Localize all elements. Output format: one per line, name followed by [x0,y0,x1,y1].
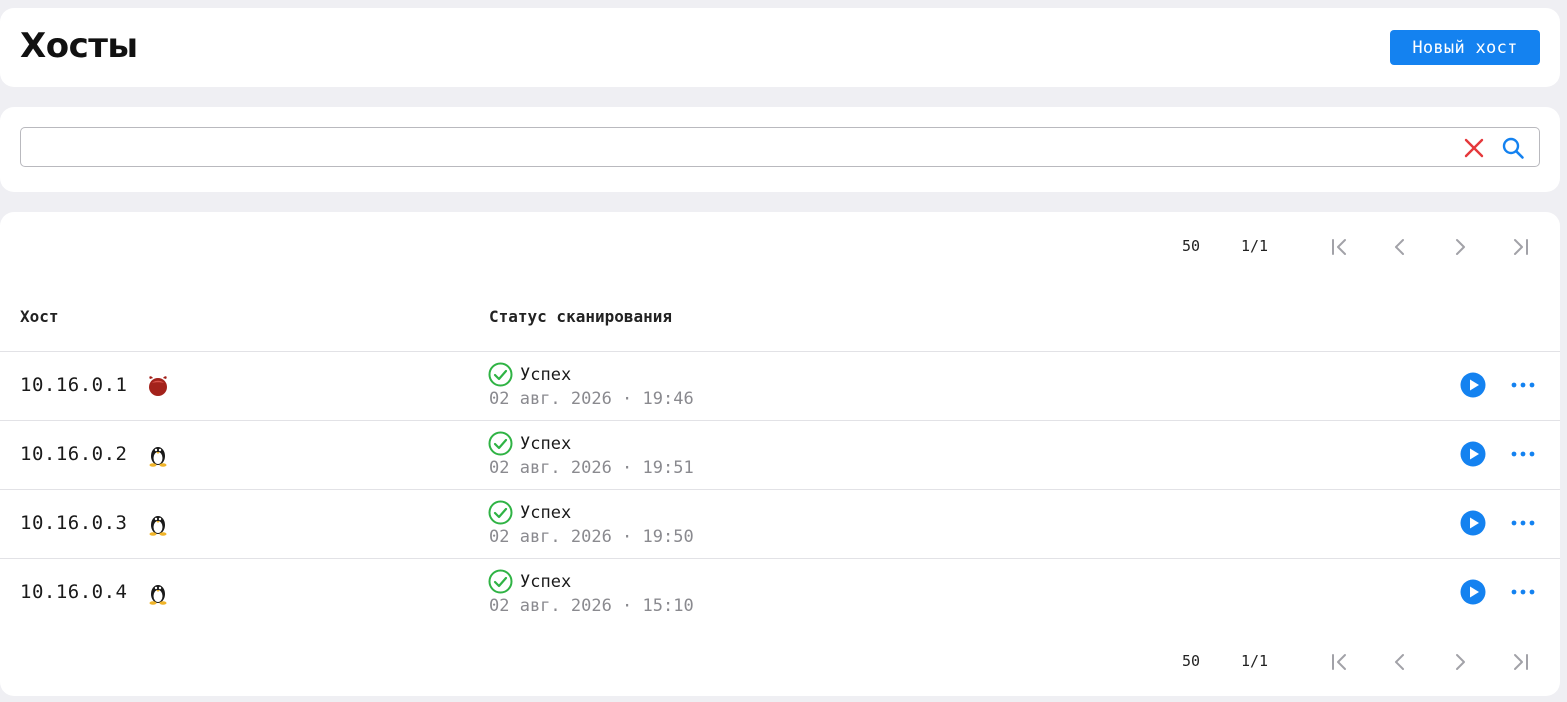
last-page-icon[interactable] [1508,650,1532,674]
first-page-icon[interactable] [1328,650,1352,674]
prev-page-icon[interactable] [1388,235,1412,259]
play-icon[interactable] [1460,579,1486,605]
play-icon[interactable] [1460,441,1486,467]
hosts-table-card: 50 1/1 Хост Статус сканирования 10.16.0.… [0,212,1560,696]
table-row: 10.16.0.3 Успех 02 авг. 2026 · 19:50 [0,489,1560,558]
close-icon[interactable] [1463,137,1485,159]
scan-status-text: Успех [520,434,572,454]
pagination-top: 50 1/1 [0,232,1560,262]
page-title: Хосты [20,26,138,66]
next-page-icon[interactable] [1448,235,1472,259]
new-host-button[interactable]: Новый хост [1390,30,1540,65]
scan-date: 02 авг. 2026 · 19:51 [489,458,694,478]
column-header-scan-status[interactable]: Статус сканирования [489,307,672,326]
scan-status-text: Успех [520,365,572,385]
scan-date: 02 авг. 2026 · 19:50 [489,527,694,547]
host-name[interactable]: 10.16.0.3 [20,512,127,534]
linux-icon [147,443,169,467]
play-icon[interactable] [1460,510,1486,536]
table-row: 10.16.0.4 Успех 02 авг. 2026 · 15:10 [0,558,1560,627]
success-check-icon [488,500,513,525]
scan-date: 02 авг. 2026 · 15:10 [489,596,694,616]
pagination-bottom: 50 1/1 [0,647,1560,677]
search-icon[interactable] [1501,136,1525,160]
more-options-icon[interactable] [1509,373,1537,397]
column-header-host[interactable]: Хост [20,307,59,326]
freebsd-icon [147,374,169,398]
per-page-selector[interactable]: 50 [1182,237,1200,255]
scan-status-text: Успех [520,503,572,523]
success-check-icon [488,569,513,594]
scan-date: 02 авг. 2026 · 19:46 [489,389,694,409]
play-icon[interactable] [1460,372,1486,398]
more-options-icon[interactable] [1509,580,1537,604]
next-page-icon[interactable] [1448,650,1472,674]
linux-icon [147,581,169,605]
table-row: 10.16.0.2 Успех 02 авг. 2026 · 19:51 [0,420,1560,489]
more-options-icon[interactable] [1509,511,1537,535]
success-check-icon [488,362,513,387]
per-page-selector[interactable]: 50 [1182,652,1200,670]
scan-status-text: Успех [520,572,572,592]
host-name[interactable]: 10.16.0.1 [20,374,127,396]
host-name[interactable]: 10.16.0.4 [20,581,127,603]
first-page-icon[interactable] [1328,235,1352,259]
linux-icon [147,512,169,536]
search-box [20,127,1540,167]
host-name[interactable]: 10.16.0.2 [20,443,127,465]
success-check-icon [488,431,513,456]
prev-page-icon[interactable] [1388,650,1412,674]
page-indicator: 1/1 [1241,652,1269,670]
last-page-icon[interactable] [1508,235,1532,259]
search-input[interactable] [31,134,1451,160]
more-options-icon[interactable] [1509,442,1537,466]
page-indicator: 1/1 [1241,237,1269,255]
search-card [0,107,1560,192]
table-row: 10.16.0.1 Успех 02 авг. 2026 · 19:46 [0,351,1560,420]
header-card: Хосты Новый хост [0,8,1560,87]
hosts-table-body: 10.16.0.1 Успех 02 авг. 2026 · 19:46 10.… [0,351,1560,627]
